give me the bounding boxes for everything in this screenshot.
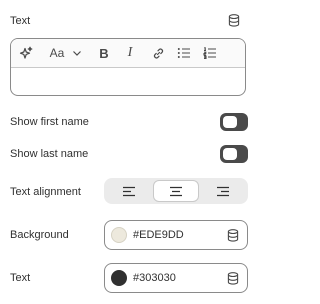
show-last-name-label: Show last name (10, 148, 89, 160)
align-center-icon (170, 186, 182, 196)
bold-button[interactable]: B (97, 46, 111, 61)
text-alignment-segmented-control (104, 178, 248, 204)
sparkles-icon[interactable] (19, 46, 33, 60)
background-color-value[interactable]: #EDE9DD (133, 228, 184, 242)
text-section-label: Text (10, 15, 31, 27)
link-icon[interactable] (151, 46, 165, 60)
background-color-swatch[interactable] (111, 227, 127, 243)
align-center-button[interactable] (153, 180, 199, 202)
show-last-name-toggle[interactable] (220, 145, 248, 163)
numbered-list-icon[interactable] (203, 46, 217, 60)
text-color-value[interactable]: #303030 (133, 271, 176, 285)
toggle-knob (223, 148, 237, 160)
editor-toolbar: Aa B I (11, 39, 245, 68)
text-color-field[interactable]: #303030 (104, 263, 248, 293)
editor-content[interactable] (11, 67, 245, 95)
text-color-label: Text (10, 272, 31, 284)
text-color-swatch[interactable] (111, 270, 127, 286)
show-first-name-label: Show first name (10, 116, 89, 128)
background-color-field[interactable]: #EDE9DD (104, 220, 248, 250)
rich-text-editor: Aa B I (10, 38, 246, 96)
database-icon[interactable] (228, 14, 240, 27)
align-left-icon (123, 186, 135, 196)
background-label: Background (10, 229, 69, 241)
align-left-button[interactable] (106, 180, 152, 202)
italic-button[interactable]: I (123, 45, 137, 60)
database-icon[interactable] (227, 229, 239, 242)
text-alignment-label: Text alignment (10, 186, 81, 198)
chevron-down-icon[interactable] (71, 46, 83, 60)
toggle-knob (223, 116, 237, 128)
font-style-button[interactable]: Aa (49, 46, 65, 60)
bullet-list-icon[interactable] (177, 46, 191, 60)
database-icon[interactable] (227, 272, 239, 285)
align-right-icon (217, 186, 229, 196)
show-first-name-toggle[interactable] (220, 113, 248, 131)
align-right-button[interactable] (200, 180, 246, 202)
